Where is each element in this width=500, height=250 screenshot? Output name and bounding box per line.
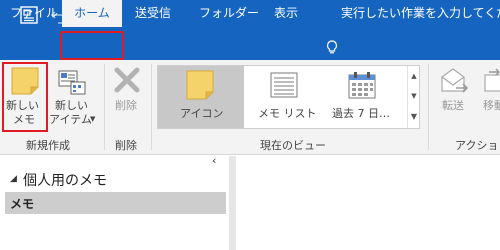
gallery-more-icon[interactable]: ▼	[408, 107, 420, 127]
separator	[151, 64, 152, 150]
view-last-7-days-label: 過去 7 日…	[332, 107, 390, 120]
delete-x-icon	[114, 67, 140, 93]
group-label-current-view: 現在のビュー	[260, 139, 326, 152]
folder-item-selected[interactable]	[5, 192, 226, 214]
view-icon-option[interactable]: アイコン	[158, 66, 244, 128]
tab-view[interactable]: 表示	[274, 0, 298, 27]
collapse-pane-icon[interactable]: ‹	[212, 154, 216, 167]
tab-file[interactable]: ファイル	[10, 0, 58, 27]
group-label-actions: アクション	[455, 139, 500, 152]
view-note-list-option[interactable]: メモ リスト	[246, 66, 324, 128]
tab-send-receive[interactable]: 送受信	[135, 0, 171, 27]
notes-view	[236, 156, 500, 250]
view-last-7-days-option[interactable]: 過去 7 日…	[326, 66, 406, 128]
view-note-list-label: メモ リスト	[258, 107, 317, 120]
delete-label: 削除	[115, 99, 137, 112]
sticky-note-icon	[186, 70, 214, 100]
separator	[104, 64, 105, 150]
folder-section-title[interactable]: 個人用のメモ	[23, 170, 107, 190]
separator	[428, 64, 429, 150]
new-items-label-1: 新しい	[55, 99, 88, 112]
move-icon	[484, 68, 500, 92]
view-gallery-scroll: ▲ ▼ ▼	[407, 66, 419, 128]
delete-button[interactable]: 削除	[107, 63, 149, 131]
group-label-new: 新規作成	[26, 139, 70, 152]
forward-label: 転送	[442, 99, 464, 112]
highlight-new-note	[2, 62, 48, 132]
gallery-scroll-up-icon[interactable]: ▲	[408, 66, 420, 86]
new-items-icon	[58, 70, 86, 95]
tree-collapse-icon[interactable]: ◢	[10, 174, 17, 184]
calendar-icon	[348, 72, 376, 99]
list-view-icon	[270, 72, 298, 98]
highlight-home-tab	[60, 31, 124, 60]
group-label-delete: 削除	[115, 139, 137, 152]
forward-button[interactable]: 転送	[432, 63, 476, 131]
move-label: 移動	[483, 99, 500, 112]
forward-envelope-icon	[441, 68, 469, 93]
move-button[interactable]: 移動	[479, 63, 500, 131]
tab-home[interactable]: ホーム	[62, 0, 122, 27]
lightbulb-icon	[326, 40, 338, 54]
new-items-button[interactable]: 新しい アイテム ▼	[49, 63, 100, 131]
new-items-label-2: アイテム	[49, 113, 92, 126]
tab-folder[interactable]: フォルダー	[199, 0, 259, 27]
view-icon-label: アイコン	[180, 107, 224, 120]
gallery-scroll-down-icon[interactable]: ▼	[408, 86, 420, 106]
pane-divider[interactable]	[229, 156, 236, 250]
folder-item-notes[interactable]: メモ	[10, 195, 34, 212]
tell-me-search[interactable]: 実行したい作業を入力してください	[341, 0, 500, 27]
new-items-dropdown-icon: ▼	[90, 115, 96, 123]
